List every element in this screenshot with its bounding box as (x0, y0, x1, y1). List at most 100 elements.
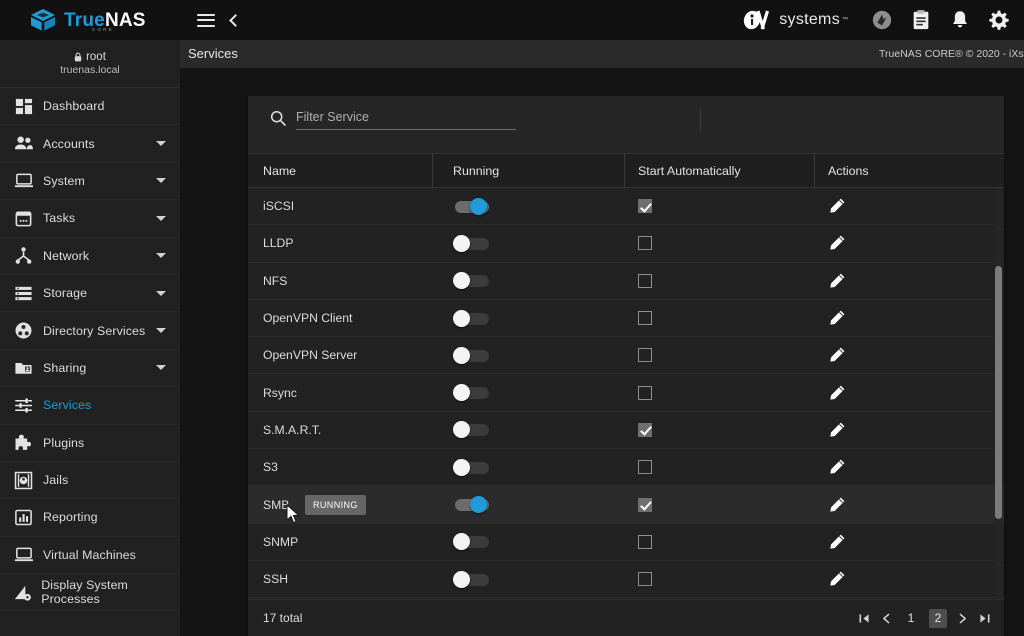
last-page-icon[interactable] (978, 612, 991, 625)
table-row[interactable]: SNMP (248, 524, 1004, 561)
sidebar-item-jails[interactable]: Jails (0, 462, 180, 499)
edit-icon[interactable] (828, 384, 846, 402)
table-row[interactable]: OpenVPN Client (248, 300, 1004, 337)
start-automatically-checkbox[interactable] (638, 274, 652, 288)
column-header-start-automatically[interactable]: Start Automatically (625, 153, 815, 188)
running-toggle[interactable] (453, 310, 493, 327)
toggle-thumb (470, 198, 487, 215)
sidebar-collapse-button[interactable] (231, 16, 240, 25)
start-automatically-checkbox[interactable] (638, 572, 652, 586)
sidebar-item-tasks[interactable]: Tasks (0, 200, 180, 237)
bell-icon[interactable] (949, 9, 971, 31)
running-toggle[interactable] (453, 533, 493, 550)
start-automatically-checkbox[interactable] (638, 423, 652, 437)
running-toggle[interactable] (453, 571, 493, 588)
chevron-down-icon[interactable] (156, 328, 166, 333)
start-automatically-checkbox[interactable] (638, 386, 652, 400)
chevron-down-icon[interactable] (156, 291, 166, 296)
sidebar-item-accounts[interactable]: Accounts (0, 125, 180, 162)
edit-icon[interactable] (828, 197, 846, 215)
actions-cell (815, 188, 1004, 225)
table-row[interactable]: NFS (248, 263, 1004, 300)
table-row[interactable]: S.M.A.R.T. (248, 412, 1004, 449)
chevron-down-icon[interactable] (156, 178, 166, 183)
start-automatically-cell (625, 299, 815, 336)
sidebar-item-storage[interactable]: Storage (0, 275, 180, 312)
running-toggle[interactable] (453, 272, 493, 289)
table-scrollbar[interactable] (995, 188, 1002, 599)
service-name: OpenVPN Client (248, 299, 433, 336)
edit-icon[interactable] (828, 533, 846, 551)
sidebar-item-label: Virtual Machines (43, 548, 136, 562)
search-icon[interactable] (270, 110, 286, 126)
running-toggle[interactable] (453, 235, 493, 252)
sidebar-item-display-system-processes[interactable]: Display System Processes (0, 574, 180, 611)
edit-icon[interactable] (828, 458, 846, 476)
start-automatically-checkbox[interactable] (638, 460, 652, 474)
gear-icon[interactable] (988, 9, 1010, 31)
running-toggle[interactable] (453, 459, 493, 476)
edit-icon[interactable] (828, 309, 846, 327)
sidebar-item-system[interactable]: System (0, 163, 180, 200)
running-toggle[interactable] (453, 421, 493, 438)
edit-icon[interactable] (828, 421, 846, 439)
column-header-name[interactable]: Name (248, 153, 433, 188)
table-row[interactable]: S3 (248, 449, 1004, 486)
clipboard-icon[interactable] (910, 9, 932, 31)
table-scrollbar-thumb[interactable] (995, 266, 1002, 519)
sidebar-item-directory-services[interactable]: Directory Services (0, 312, 180, 349)
service-name: NFS (248, 262, 433, 299)
edit-icon[interactable] (828, 234, 846, 252)
edit-icon[interactable] (828, 272, 846, 290)
start-automatically-checkbox[interactable] (638, 348, 652, 362)
sidebar-item-network[interactable]: Network (0, 238, 180, 275)
running-toggle[interactable] (453, 496, 493, 513)
sidebar-item-virtual-machines[interactable]: Virtual Machines (0, 537, 180, 574)
user-name: root (86, 51, 106, 63)
table-row[interactable]: OpenVPN Server (248, 337, 1004, 374)
start-automatically-checkbox[interactable] (638, 199, 652, 213)
search-input[interactable] (296, 110, 516, 130)
edit-icon[interactable] (828, 496, 846, 514)
edit-icon[interactable] (828, 346, 846, 364)
directory-services-icon (10, 321, 36, 341)
sidebar-item-reporting[interactable]: Reporting (0, 499, 180, 536)
start-automatically-checkbox[interactable] (638, 236, 652, 250)
running-toggle[interactable] (453, 198, 493, 215)
sidebar-item-plugins[interactable]: Plugins (0, 425, 180, 462)
column-header-running[interactable]: Running (433, 153, 625, 188)
chevron-down-icon[interactable] (156, 216, 166, 221)
sidebar-item-services[interactable]: Services (0, 387, 180, 424)
chevron-down-icon[interactable] (156, 141, 166, 146)
next-page-icon[interactable] (956, 612, 969, 625)
network-icon (10, 246, 36, 266)
page-number-2[interactable]: 2 (929, 609, 947, 628)
sidebar-item-sharing[interactable]: Sharing (0, 350, 180, 387)
start-automatically-checkbox[interactable] (638, 535, 652, 549)
top-bar: TrueNAS CORE systems ™ (0, 0, 1024, 40)
page-number-1[interactable]: 1 (902, 609, 920, 628)
table-row[interactable]: LLDP (248, 225, 1004, 262)
user-row: root (74, 51, 106, 63)
chevron-down-icon[interactable] (156, 365, 166, 370)
chevron-down-icon[interactable] (156, 253, 166, 258)
sidebar-item-dashboard[interactable]: Dashboard (0, 88, 180, 125)
ixsystems-tm: ™ (842, 17, 848, 23)
start-automatically-checkbox[interactable] (638, 498, 652, 512)
table-row[interactable]: Rsync (248, 374, 1004, 411)
truenas-logo[interactable]: TrueNAS CORE (0, 0, 180, 40)
running-toggle[interactable] (453, 384, 493, 401)
table-row[interactable]: iSCSI (248, 188, 1004, 225)
first-page-icon[interactable] (858, 612, 871, 625)
running-cell (433, 299, 625, 336)
sidebar-item-label: Network (43, 249, 89, 263)
table-row[interactable]: SMBRUNNING (248, 486, 1004, 523)
edit-icon[interactable] (828, 570, 846, 588)
start-automatically-checkbox[interactable] (638, 311, 652, 325)
start-automatically-cell (625, 560, 815, 597)
running-toggle[interactable] (453, 347, 493, 364)
power-icon[interactable] (871, 9, 893, 31)
menu-toggle-button[interactable] (197, 14, 215, 27)
previous-page-icon[interactable] (880, 612, 893, 625)
table-row[interactable]: SSH (248, 561, 1004, 598)
